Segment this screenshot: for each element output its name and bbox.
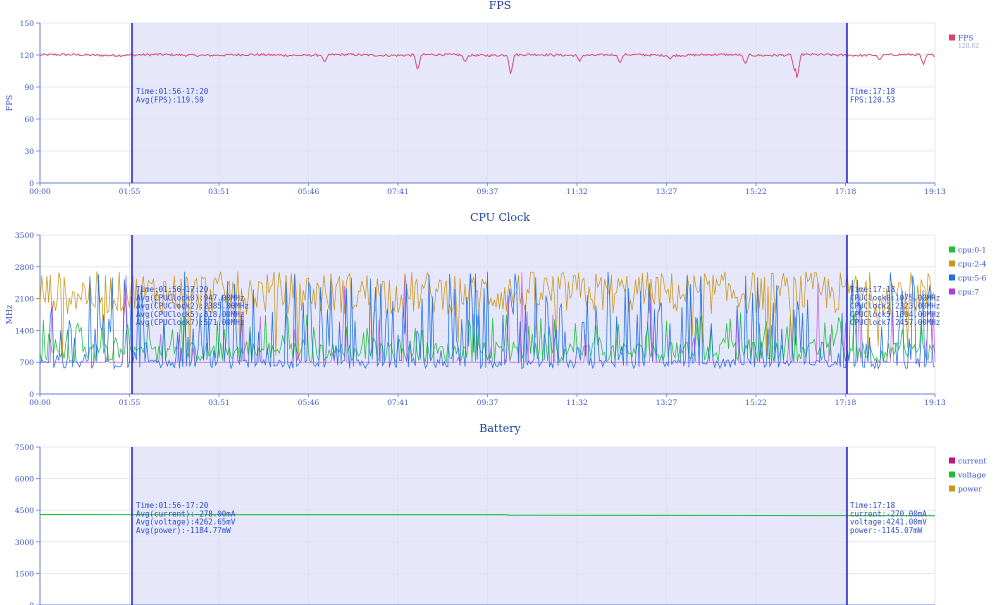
x-tick-label: 07:41 <box>387 187 409 196</box>
x-tick-label: 03:51 <box>208 187 230 196</box>
x-tick-label: 17:18 <box>835 187 857 196</box>
annotation-right-line: FPS:120.53 <box>850 95 895 104</box>
y-tick-label: 2100 <box>15 295 34 304</box>
legend-swatch <box>949 471 955 478</box>
charts-canvas: FPS 0 30 60 90 120 150 00:00 01:55 03:51 05:46 07:4… <box>5 0 987 605</box>
chart-fps: FPS030609012015000:00 01:55 03:51 05:46 07:4… <box>5 0 979 196</box>
y-tick-label: 700 <box>20 358 35 367</box>
x-tick-label: 05:46 <box>298 398 320 407</box>
chart-battery: Battery015003000450060007500Time:01:56-1… <box>15 422 986 605</box>
legend-label: cpu:5-6 <box>958 274 987 283</box>
x-tick-label: 03:51 <box>208 398 230 407</box>
annotation-left-line: Avg(FPS):119.59 <box>136 95 204 104</box>
y-tick-label: 1500 <box>15 569 34 578</box>
chart-title: Battery <box>479 422 521 435</box>
legend-value: 120.62 <box>958 43 979 50</box>
y-tick-label: 4500 <box>15 506 34 515</box>
y-tick-label: 7500 <box>15 443 34 452</box>
x-tick-label: 17:18 <box>835 398 857 407</box>
legend-swatch <box>949 485 955 492</box>
y-axis-label: FPS <box>5 95 14 111</box>
legend-label: cpu:2-4 <box>958 260 987 269</box>
annotation-right-line: CPUClock7:2457.00MHz <box>850 318 940 327</box>
y-tick-label: 1400 <box>15 326 34 335</box>
annotation-left-line: Avg(power):-1184.77mW <box>136 526 231 535</box>
performance-dashboard: FPS 0 30 60 90 120 150 00:00 01:55 03:51 05:46 07:4… <box>0 0 1000 605</box>
y-tick-label: 0 <box>29 601 34 605</box>
legend-swatch <box>949 246 955 253</box>
selection-region <box>132 447 847 605</box>
legend-label: voltage <box>957 471 986 480</box>
x-tick-label: 00:00 <box>29 398 51 407</box>
annotation-left-line: Avg(CPUClock7):571.00MHz <box>136 318 244 327</box>
x-tick-label: 19:13 <box>924 398 946 407</box>
x-tick-label: 13:27 <box>656 187 678 196</box>
legend-swatch <box>949 34 955 41</box>
x-tick-label: 09:37 <box>477 187 499 196</box>
y-tick-label: 30 <box>24 147 34 156</box>
x-tick-label: 00:00 <box>29 187 51 196</box>
chart-title: FPS <box>489 0 512 12</box>
x-tick-label: 13:27 <box>656 398 678 407</box>
y-tick-label: 3000 <box>15 538 34 547</box>
x-tick-label: 15:22 <box>745 398 767 407</box>
legend-label: current <box>958 457 986 466</box>
chart-cpu-clock: CPU Clock0700140021002800350000:00 01:55 0… <box>5 211 987 407</box>
x-tick-label: 15:22 <box>745 187 767 196</box>
legend-label: power <box>958 485 982 494</box>
x-tick-label: 01:55 <box>119 398 141 407</box>
y-tick-label: 3500 <box>15 231 34 240</box>
y-tick-label: 150 <box>20 19 35 28</box>
x-tick-label: 11:32 <box>566 398 588 407</box>
y-tick-label: 90 <box>24 83 34 92</box>
x-tick-label: 11:32 <box>566 187 588 196</box>
y-tick-label: 6000 <box>15 475 34 484</box>
chart-title: CPU Clock <box>470 211 530 224</box>
legend-swatch <box>949 457 955 464</box>
y-tick-label: 2800 <box>15 263 34 272</box>
legend-label: FPS <box>958 34 973 43</box>
legend-label: cpu:0-1 <box>958 246 986 255</box>
annotation-right-line: power:-1145.07mW <box>850 526 923 535</box>
x-tick-label: 05:46 <box>298 187 320 196</box>
x-tick-label: 19:13 <box>924 187 946 196</box>
y-tick-label: 60 <box>24 115 34 124</box>
legend-label: cpu:7 <box>958 288 979 297</box>
legend-swatch <box>949 260 955 267</box>
y-axis-label: MHz <box>5 305 14 324</box>
legend-swatch <box>949 274 955 281</box>
selection-region <box>132 23 847 183</box>
x-tick-label: 07:41 <box>387 398 409 407</box>
x-tick-label: 01:55 <box>119 187 141 196</box>
legend-swatch <box>949 288 955 295</box>
y-tick-label: 120 <box>20 51 35 60</box>
x-tick-label: 09:37 <box>477 398 499 407</box>
